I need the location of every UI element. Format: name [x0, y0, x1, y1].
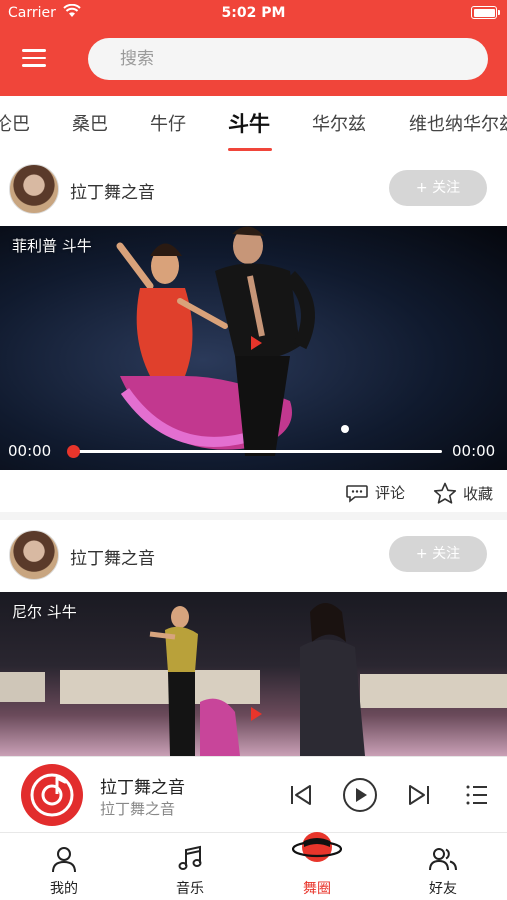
current-time: 00:00	[8, 442, 52, 460]
friends-icon	[429, 848, 457, 871]
avatar[interactable]	[9, 164, 59, 214]
tabbar-item-dance-circle[interactable]: 舞圈	[277, 832, 357, 900]
post-header: 拉丁舞之音 + 关注	[0, 520, 507, 590]
tab-samba[interactable]: 桑巴	[72, 110, 108, 136]
menu-bar	[22, 64, 46, 67]
next-icon[interactable]	[407, 784, 431, 806]
tabbar-label: 舞圈	[303, 881, 331, 897]
play-pause-icon[interactable]	[342, 777, 378, 813]
playlist-icon[interactable]	[465, 784, 489, 806]
tabbar-label: 好友	[429, 881, 457, 897]
follow-button[interactable]: + 关注	[389, 536, 487, 572]
favorite-button[interactable]: 收藏	[433, 482, 493, 504]
tabbar-label: 我的	[50, 881, 78, 897]
tab-viennese-waltz[interactable]: 维也纳华尔兹	[409, 110, 507, 136]
song-title: 拉丁舞之音	[100, 778, 185, 798]
app-header: Carrier 5:02 PM	[0, 0, 507, 96]
duration: 00:00	[452, 442, 496, 460]
battery-icon	[471, 6, 500, 19]
album-art[interactable]	[21, 764, 83, 826]
tabbar-item-music[interactable]: 音乐	[150, 833, 230, 900]
music-disc-icon	[30, 773, 74, 817]
video-player[interactable]: 尼尔 斗牛	[0, 592, 507, 756]
video-title: 菲利普 斗牛	[12, 237, 92, 255]
star-icon	[433, 482, 457, 504]
bottom-tab-bar: 我的 音乐 舞圈 好友	[0, 832, 507, 900]
avatar[interactable]	[9, 530, 59, 580]
active-tab-indicator	[228, 148, 272, 151]
play-icon[interactable]	[251, 336, 262, 350]
tab-jive[interactable]: 牛仔	[150, 110, 186, 136]
comment-icon	[346, 484, 368, 503]
planet-icon	[292, 832, 342, 862]
video-player[interactable]: 菲利普 斗牛 00:00 00:00	[0, 226, 507, 470]
comment-button[interactable]: 评论	[345, 482, 405, 503]
person-icon	[52, 847, 76, 873]
status-bar: Carrier 5:02 PM	[0, 0, 507, 28]
favorite-label: 收藏	[463, 484, 494, 503]
song-artist: 拉丁舞之音	[100, 800, 176, 818]
play-icon[interactable]	[251, 707, 262, 721]
previous-icon[interactable]	[289, 784, 313, 806]
category-tabs: 伦巴 桑巴 牛仔 斗牛 华尔兹 维也纳华尔兹	[0, 96, 507, 154]
comment-label: 评论	[375, 484, 406, 502]
tab-rumba[interactable]: 伦巴	[0, 110, 30, 136]
search-input[interactable]	[88, 38, 488, 80]
tabbar-label: 音乐	[176, 881, 204, 897]
clock: 5:02 PM	[221, 5, 286, 21]
tab-waltz[interactable]: 华尔兹	[312, 110, 366, 136]
post-header: 拉丁舞之音 + 关注	[0, 154, 507, 224]
menu-bar	[22, 49, 46, 52]
author-name[interactable]: 拉丁舞之音	[70, 544, 155, 569]
author-name[interactable]: 拉丁舞之音	[70, 178, 155, 203]
progress-handle[interactable]	[67, 445, 80, 458]
post-actions: 评论 收藏	[0, 470, 507, 520]
video-title: 尼尔 斗牛	[12, 603, 77, 621]
tabbar-item-mine[interactable]: 我的	[24, 833, 104, 900]
music-note-icon	[178, 845, 202, 870]
menu-button[interactable]	[22, 49, 48, 69]
tab-paso-doble[interactable]: 斗牛	[228, 108, 270, 138]
tabbar-item-friends[interactable]: 好友	[403, 833, 483, 900]
menu-bar	[22, 56, 46, 59]
mini-player: 拉丁舞之音 拉丁舞之音	[0, 756, 507, 832]
progress-bar[interactable]	[67, 445, 442, 458]
follow-button[interactable]: + 关注	[389, 170, 487, 206]
